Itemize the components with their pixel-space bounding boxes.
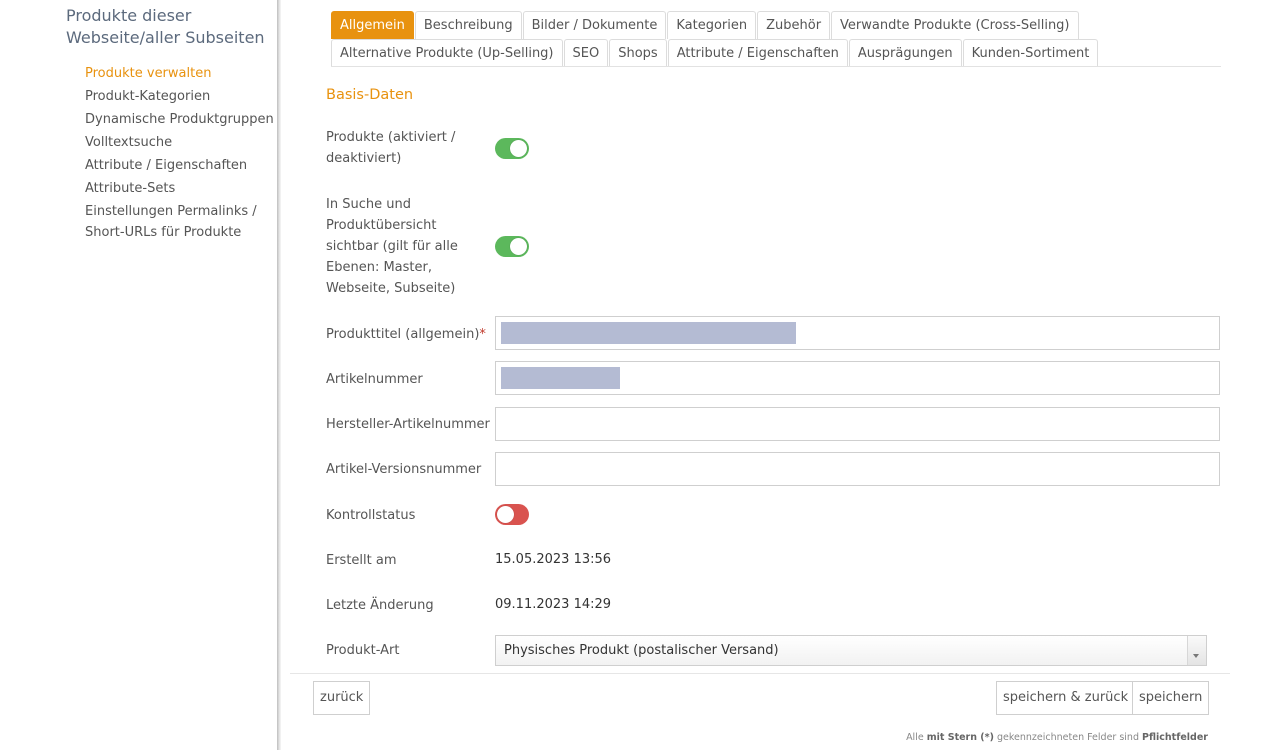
modified-value: 09.11.2023 14:29 [495, 597, 612, 612]
redacted-value [501, 322, 796, 344]
visible-toggle[interactable] [495, 236, 529, 257]
sidebar-item-volltextsuche[interactable]: Volltextsuche [85, 131, 277, 154]
tab-verwandte-produkte[interactable]: Verwandte Produkte (Cross-Selling) [831, 11, 1079, 39]
title-label-text: Produkttitel (allgemein) [326, 327, 480, 342]
article-number-label: Artikelnummer [326, 372, 423, 387]
control-status-label: Kontrollstatus [326, 508, 416, 523]
title-input[interactable] [495, 316, 1220, 350]
tab-beschreibung[interactable]: Beschreibung [414, 11, 522, 39]
save-button[interactable]: speichern [1132, 681, 1210, 715]
modified-label: Letzte Änderung [326, 598, 434, 613]
tab-auspraegungen[interactable]: Ausprägungen [848, 39, 962, 67]
created-label: Erstellt am [326, 553, 397, 568]
tab-zubehoer[interactable]: Zubehör [757, 11, 831, 39]
section-title: Basis-Daten [326, 87, 414, 103]
product-type-value: Physisches Produkt (postalischer Versand… [504, 643, 779, 658]
back-button[interactable]: zurück [313, 681, 371, 715]
sidebar-item-permalinks[interactable]: Einstellungen Permalinks / Short-URLs fü… [85, 201, 277, 243]
tab-allgemein[interactable]: Allgemein [331, 11, 414, 39]
visible-label: In Suche und Produktübersicht sichtbar (… [326, 197, 458, 296]
products-active-toggle[interactable] [495, 138, 529, 159]
manufacturer-number-input[interactable] [495, 407, 1220, 441]
article-number-input[interactable] [495, 361, 1220, 395]
products-active-label: Produkte (aktiviert / deaktiviert) [326, 130, 456, 166]
redacted-value [501, 367, 620, 389]
product-type-label: Produkt-Art [326, 643, 400, 658]
title-label: Produkttitel (allgemein)* [326, 324, 486, 345]
chevron-down-icon[interactable] [1187, 636, 1206, 665]
sidebar-item-attribute-eigenschaften[interactable]: Attribute / Eigenschaften [85, 154, 277, 177]
control-status-toggle[interactable] [495, 504, 529, 525]
tab-alternative-produkte[interactable]: Alternative Produkte (Up-Selling) [331, 39, 563, 67]
save-and-back-button[interactable]: speichern & zurück [996, 681, 1136, 715]
tab-seo[interactable]: SEO [563, 39, 609, 67]
tab-row-1: Allgemein Beschreibung Bilder / Dokument… [331, 11, 1221, 39]
tab-kunden-sortiment[interactable]: Kunden-Sortiment [962, 39, 1099, 67]
tab-row-2: Alternative Produkte (Up-Selling) SEO Sh… [331, 39, 1221, 67]
sidebar-nav: Produkte verwalten Produkt-Kategorien Dy… [85, 62, 277, 243]
version-number-label: Artikel-Versionsnummer [326, 462, 482, 477]
tab-bilder-dokumente[interactable]: Bilder / Dokumente [522, 11, 667, 39]
note-prefix: Alle [906, 732, 924, 743]
product-type-select[interactable]: Physisches Produkt (postalischer Versand… [495, 635, 1207, 666]
toggle-knob [510, 140, 527, 157]
sidebar-item-produkt-kategorien[interactable]: Produkt-Kategorien [85, 85, 277, 108]
sidebar-title: Produkte dieser Webseite/aller Subseiten [66, 6, 265, 47]
note-bold-required: Pflichtfelder [1142, 732, 1208, 743]
sidebar-item-dynamische-produktgruppen[interactable]: Dynamische Produktgruppen [85, 108, 277, 131]
tab-bar: Allgemein Beschreibung Bilder / Dokument… [331, 11, 1221, 67]
created-value: 15.05.2023 13:56 [495, 552, 612, 567]
version-number-input[interactable] [495, 452, 1220, 486]
manufacturer-number-label: Hersteller-Artikelnummer [326, 417, 490, 432]
footer-divider [290, 673, 1230, 674]
required-fields-note: Alle mit Stern (*) gekennzeichneten Feld… [906, 732, 1208, 743]
tabs-divider [331, 66, 1221, 67]
sidebar-divider [277, 0, 281, 750]
required-star: * [479, 327, 486, 342]
toggle-knob [497, 506, 514, 523]
sidebar-item-attribute-sets[interactable]: Attribute-Sets [85, 177, 277, 200]
sidebar: Produkte dieser Webseite/aller Subseiten… [0, 0, 277, 750]
sidebar-item-produkte-verwalten[interactable]: Produkte verwalten [85, 62, 277, 85]
note-middle: gekennzeichneten Felder sind [997, 732, 1139, 743]
note-bold-star: mit Stern (*) [926, 732, 994, 743]
tab-shops[interactable]: Shops [609, 39, 667, 67]
tab-kategorien[interactable]: Kategorien [667, 11, 757, 39]
toggle-knob [510, 238, 527, 255]
tab-attribute-eigenschaften[interactable]: Attribute / Eigenschaften [667, 39, 848, 67]
